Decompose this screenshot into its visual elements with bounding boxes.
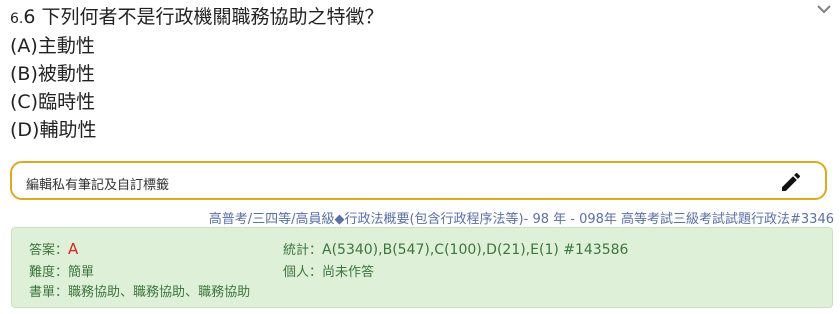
booklist-label: 書單： bbox=[29, 285, 69, 300]
exam-source-link[interactable]: 高普考/三四等/高員級◆行政法概要(包含行政程序法等)- 98 年 - 098年… bbox=[209, 212, 834, 227]
booklist-tag[interactable]: 職務協助 bbox=[198, 285, 250, 300]
question-page: 6.6 下列何者不是行政機關職務協助之特徵？ (A)主動性 (B)被動性 (C)… bbox=[0, 0, 840, 314]
booklist-tag[interactable]: 職務協助 bbox=[68, 285, 120, 300]
difficulty-label: 難度： bbox=[29, 265, 69, 280]
question-number: 6. bbox=[10, 11, 24, 27]
answer-row: 答案：A bbox=[29, 239, 78, 258]
question-text: 6 下列何者不是行政機關職務協助之特徵？ bbox=[23, 6, 384, 28]
answer-label: 答案： bbox=[29, 243, 69, 258]
personal-value: 尚未作答 bbox=[322, 265, 375, 280]
personal-row: 個人：尚未作答 bbox=[283, 261, 374, 280]
option-a: (A)主動性 bbox=[10, 35, 95, 57]
option-d: (D)輔助性 bbox=[10, 119, 97, 141]
exam-source: 高普考/三四等/高員級◆行政法概要(包含行政程序法等)- 98 年 - 098年… bbox=[209, 208, 834, 227]
difficulty-value: 簡單 bbox=[68, 265, 95, 280]
answer-info-panel: 答案：A 難度：簡單 書單：職務協助、職務協助、職務協助 統計：A(5340),… bbox=[11, 227, 833, 308]
answer-value: A bbox=[68, 240, 79, 258]
stats-label: 統計： bbox=[283, 243, 323, 258]
question-title: 6.6 下列何者不是行政機關職務協助之特徵？ bbox=[10, 4, 384, 32]
difficulty-row: 難度：簡單 bbox=[29, 261, 94, 280]
question-block: 6.6 下列何者不是行政機關職務協助之特徵？ (A)主動性 (B)被動性 (C)… bbox=[10, 4, 384, 144]
booklist-separator: 、 bbox=[120, 285, 134, 300]
option-b: (B)被動性 bbox=[10, 63, 95, 85]
private-note-field[interactable]: 編輯私有筆記及自訂標籤 bbox=[10, 161, 827, 200]
pencil-icon[interactable] bbox=[779, 170, 803, 194]
stats-row: 統計：A(5340),B(547),C(100),D(21),E(1) #143… bbox=[283, 239, 628, 258]
booklist-row: 書單：職務協助、職務協助、職務協助 bbox=[29, 281, 250, 300]
note-placeholder: 編輯私有筆記及自訂標籤 bbox=[26, 178, 170, 193]
booklist-separator: 、 bbox=[185, 285, 199, 300]
stats-value: A(5340),B(547),C(100),D(21),E(1) #143586 bbox=[322, 242, 629, 258]
option-c: (C)臨時性 bbox=[10, 91, 96, 113]
chevron-down-icon[interactable] bbox=[816, 2, 832, 16]
booklist-tag[interactable]: 職務協助 bbox=[133, 285, 185, 300]
personal-label: 個人： bbox=[283, 265, 323, 280]
